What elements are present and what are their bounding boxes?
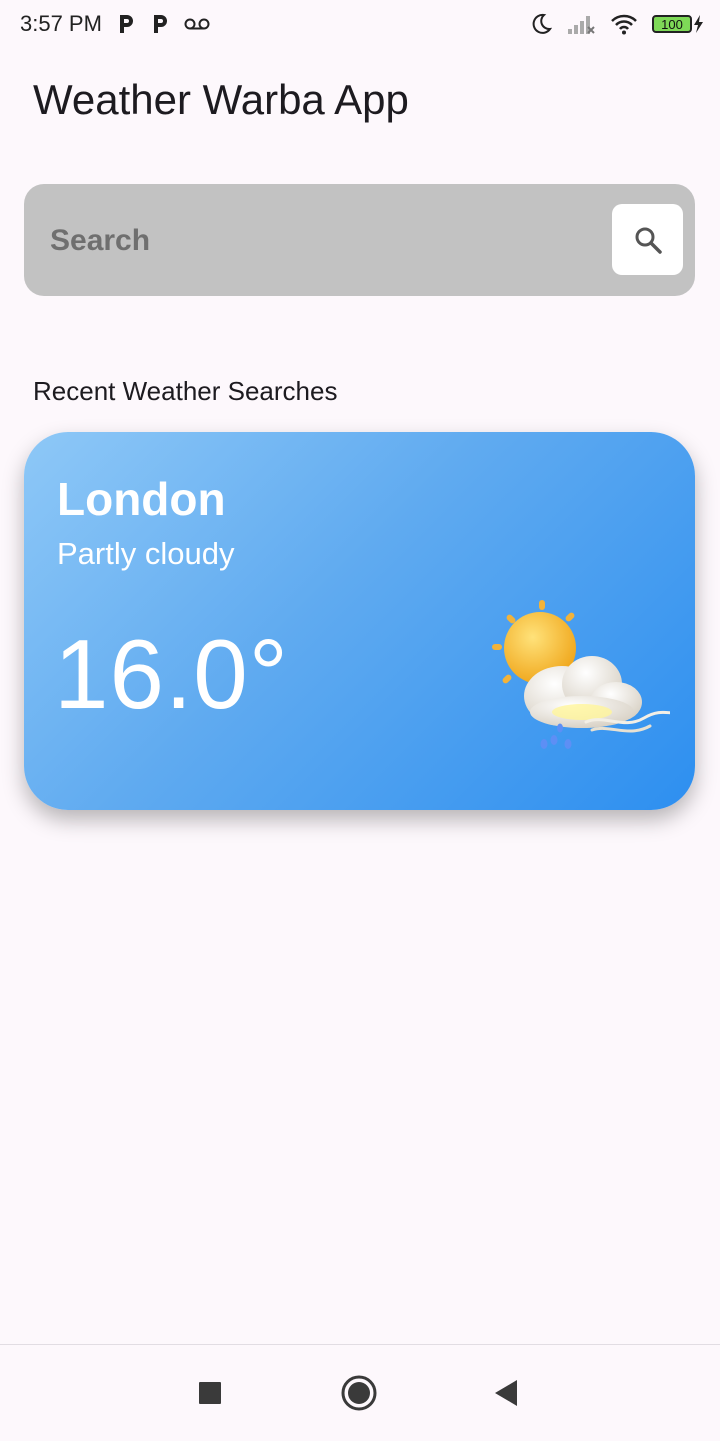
recents-square-icon [199, 1382, 221, 1404]
search-icon [635, 227, 662, 254]
status-left: 3:57 PM [20, 11, 210, 37]
temperature: 16.0° [54, 619, 289, 729]
status-right: 100 [530, 13, 706, 35]
signal-icon [568, 16, 595, 34]
wifi-icon [611, 14, 637, 35]
recent-searches-heading: Recent Weather Searches [33, 376, 338, 406]
battery-icon: 100 [652, 14, 706, 34]
recents-button[interactable] [198, 1371, 222, 1420]
navigation-bar [0, 1344, 720, 1441]
charging-icon [694, 15, 703, 33]
moon-icon [532, 13, 552, 34]
home-button[interactable] [340, 1371, 378, 1420]
battery-level: 100 [652, 15, 692, 33]
city-name: London [57, 473, 226, 525]
home-circle-icon [341, 1375, 377, 1411]
parking-icon [119, 15, 133, 33]
back-triangle-icon [495, 1380, 517, 1406]
search-bar [24, 184, 695, 296]
weather-card[interactable]: London Partly cloudy 16.0° [24, 432, 695, 810]
app-title: Weather Warba App [33, 76, 409, 123]
search-input[interactable] [48, 220, 552, 262]
partly-cloudy-rain-icon [492, 600, 670, 749]
voicemail-icon [184, 18, 210, 30]
back-button[interactable] [492, 1371, 520, 1420]
search-button[interactable] [612, 204, 683, 275]
parking-icon [153, 15, 167, 33]
status-time: 3:57 PM [20, 11, 102, 36]
status-bar: 3:57 PM 100 [0, 0, 720, 48]
weather-condition: Partly cloudy [57, 536, 235, 571]
